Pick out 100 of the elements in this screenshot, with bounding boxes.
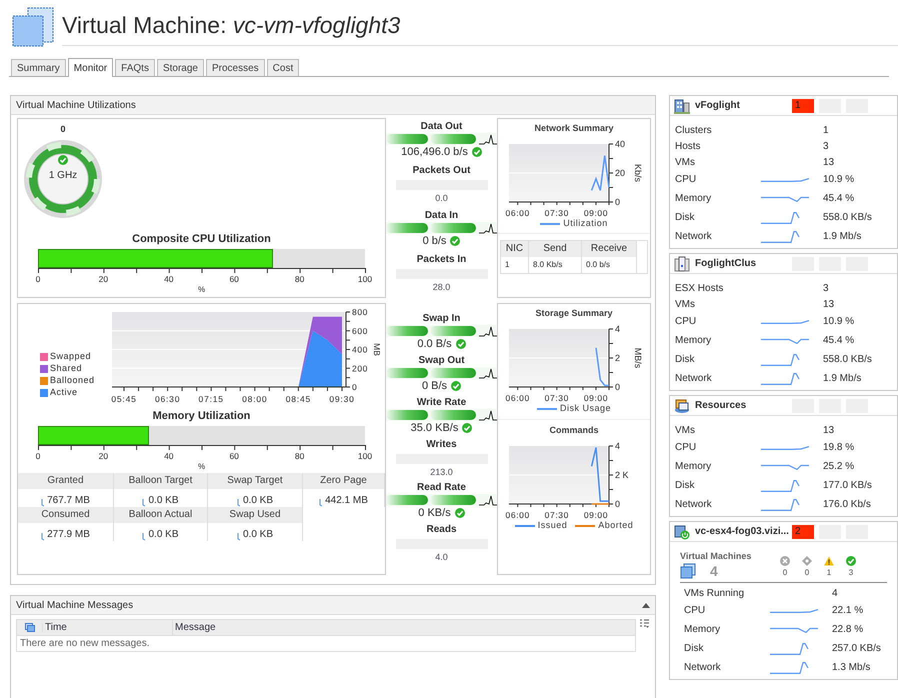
column-chooser-icon[interactable] — [640, 619, 650, 629]
resources-icon — [674, 398, 690, 414]
card-title[interactable]: FoglightClus — [695, 256, 787, 271]
table-cell: 0.0 b/s — [582, 257, 637, 273]
column-header[interactable]: Time — [43, 620, 173, 635]
legend-label: Disk Usage — [560, 403, 611, 414]
table-icon[interactable] — [24, 623, 34, 632]
legend-label: Swapped — [50, 351, 92, 362]
tick-label: 07:15 — [198, 394, 224, 404]
column-header: NIC — [501, 241, 529, 257]
metric-value: 0 B/s — [422, 379, 448, 393]
metric-value: 177.0 KB/s — [823, 479, 872, 493]
tick-label: 07:30 — [544, 510, 569, 520]
sparkline — [236, 533, 241, 541]
tick-label: 0 — [352, 382, 358, 392]
tick-label: 2 — [615, 353, 620, 363]
tick-label: 4 — [615, 441, 620, 451]
metric-value: 10.9 % — [823, 173, 854, 187]
column-header[interactable]: Message — [173, 620, 216, 635]
metric-value: 0 b/s — [422, 234, 446, 248]
tab[interactable]: Storage — [156, 59, 204, 76]
sparkline — [770, 642, 808, 654]
card-title[interactable]: Resources — [695, 398, 787, 413]
sparkline — [41, 533, 46, 541]
stat-label: Consumed — [18, 507, 113, 523]
chart-title: Storage Summary — [535, 308, 613, 319]
table-cell: 1 — [501, 257, 529, 273]
scale-label: 100 — [358, 273, 372, 285]
collapse-icon[interactable] — [642, 602, 650, 608]
metric-value: 25.2 % — [823, 460, 854, 474]
tick-label: 200 — [352, 363, 368, 374]
chart-title: Commands — [549, 425, 598, 436]
metric-label: Reads — [426, 524, 456, 536]
metric-label: Network — [675, 498, 713, 512]
tab[interactable]: FAQts — [115, 59, 155, 76]
stat-value: 442.1 MB — [325, 495, 368, 507]
alarm-count-badge[interactable]: 1 — [792, 98, 814, 112]
metric-value: 176.0 Kb/s — [823, 498, 871, 512]
stat-label: Balloon Target — [114, 473, 207, 489]
tick-label: 09:00 — [584, 208, 608, 218]
scale-label: 80 — [294, 450, 304, 462]
stat-value: 277.9 MB — [47, 529, 90, 541]
metric-label: CPU — [675, 315, 698, 329]
metric-value: 45.4 % — [823, 334, 854, 348]
metric-label: VMs — [675, 424, 696, 438]
axis-label: MB/s — [633, 348, 643, 368]
tick-label: 09:30 — [329, 394, 355, 404]
metric-value: 19.8 % — [823, 441, 854, 455]
metric-value: 13 — [823, 298, 834, 312]
line-series — [590, 154, 610, 192]
tick-label: 0 — [615, 499, 620, 509]
virtual-machine-icon — [680, 563, 696, 579]
alarm-count-badge[interactable]: 2 — [792, 524, 814, 538]
metric-label: Network — [675, 372, 713, 386]
unit-label: % — [198, 285, 206, 295]
legend-swatch — [40, 364, 48, 372]
metric-label: VMs — [675, 298, 696, 312]
metric-value: 3 — [823, 140, 829, 154]
area-series — [298, 330, 342, 387]
stat-label: Granted — [18, 473, 113, 489]
metric-value: 213.0 — [430, 467, 453, 478]
tick-label: 0 — [615, 382, 620, 392]
metric-value: 22.8 % — [832, 623, 864, 637]
metric-value: 558.0 KB/s — [823, 211, 872, 225]
sparkline — [319, 499, 324, 507]
tick-label: 09:00 — [584, 510, 608, 520]
ok-icon — [456, 339, 466, 349]
card-title[interactable]: vc-esx4-fog03.vizi... — [695, 524, 787, 539]
ok-icon — [462, 423, 472, 433]
stat-label: Balloon Actual — [114, 507, 207, 523]
warning-icon — [824, 556, 834, 566]
table-cell: 8.0 Kb/s — [529, 257, 582, 273]
card-title[interactable]: vFoglight — [695, 98, 787, 113]
metric-value: 45.4 % — [823, 192, 854, 206]
metric-label: Packets Out — [412, 165, 470, 177]
y-axis — [608, 144, 614, 202]
sparkline — [761, 320, 809, 324]
tick-label: 40 — [615, 139, 626, 149]
empty-message: There are no new messages. — [20, 637, 150, 651]
tick-label: 07:30 — [544, 208, 569, 218]
scale-label: 20 — [98, 273, 108, 285]
tab[interactable]: Monitor — [68, 58, 114, 77]
sparkline — [770, 626, 818, 632]
stat-value: 0.0 KB — [242, 529, 274, 541]
status-count: 1 — [826, 568, 832, 578]
summary-title: Virtual Machines — [680, 551, 752, 562]
status-count: 0 — [804, 568, 810, 578]
scale-label: 40 — [164, 450, 174, 462]
tab[interactable]: Summary — [11, 59, 66, 76]
tab[interactable]: Cost — [266, 59, 300, 76]
page-title: Virtual Machine: vc-vm-vfoglight3 — [62, 12, 400, 38]
virtual-machine-icon — [12, 7, 54, 47]
metric-label: Swap Out — [418, 355, 465, 367]
legend-label: Utilization — [563, 218, 608, 229]
tab[interactable]: Processes — [206, 59, 265, 76]
ok-icon — [846, 556, 856, 566]
scale-label: 100 — [358, 450, 372, 462]
tick-label: 08:00 — [242, 394, 268, 404]
sparkline — [761, 212, 799, 224]
sparkline — [761, 354, 799, 366]
